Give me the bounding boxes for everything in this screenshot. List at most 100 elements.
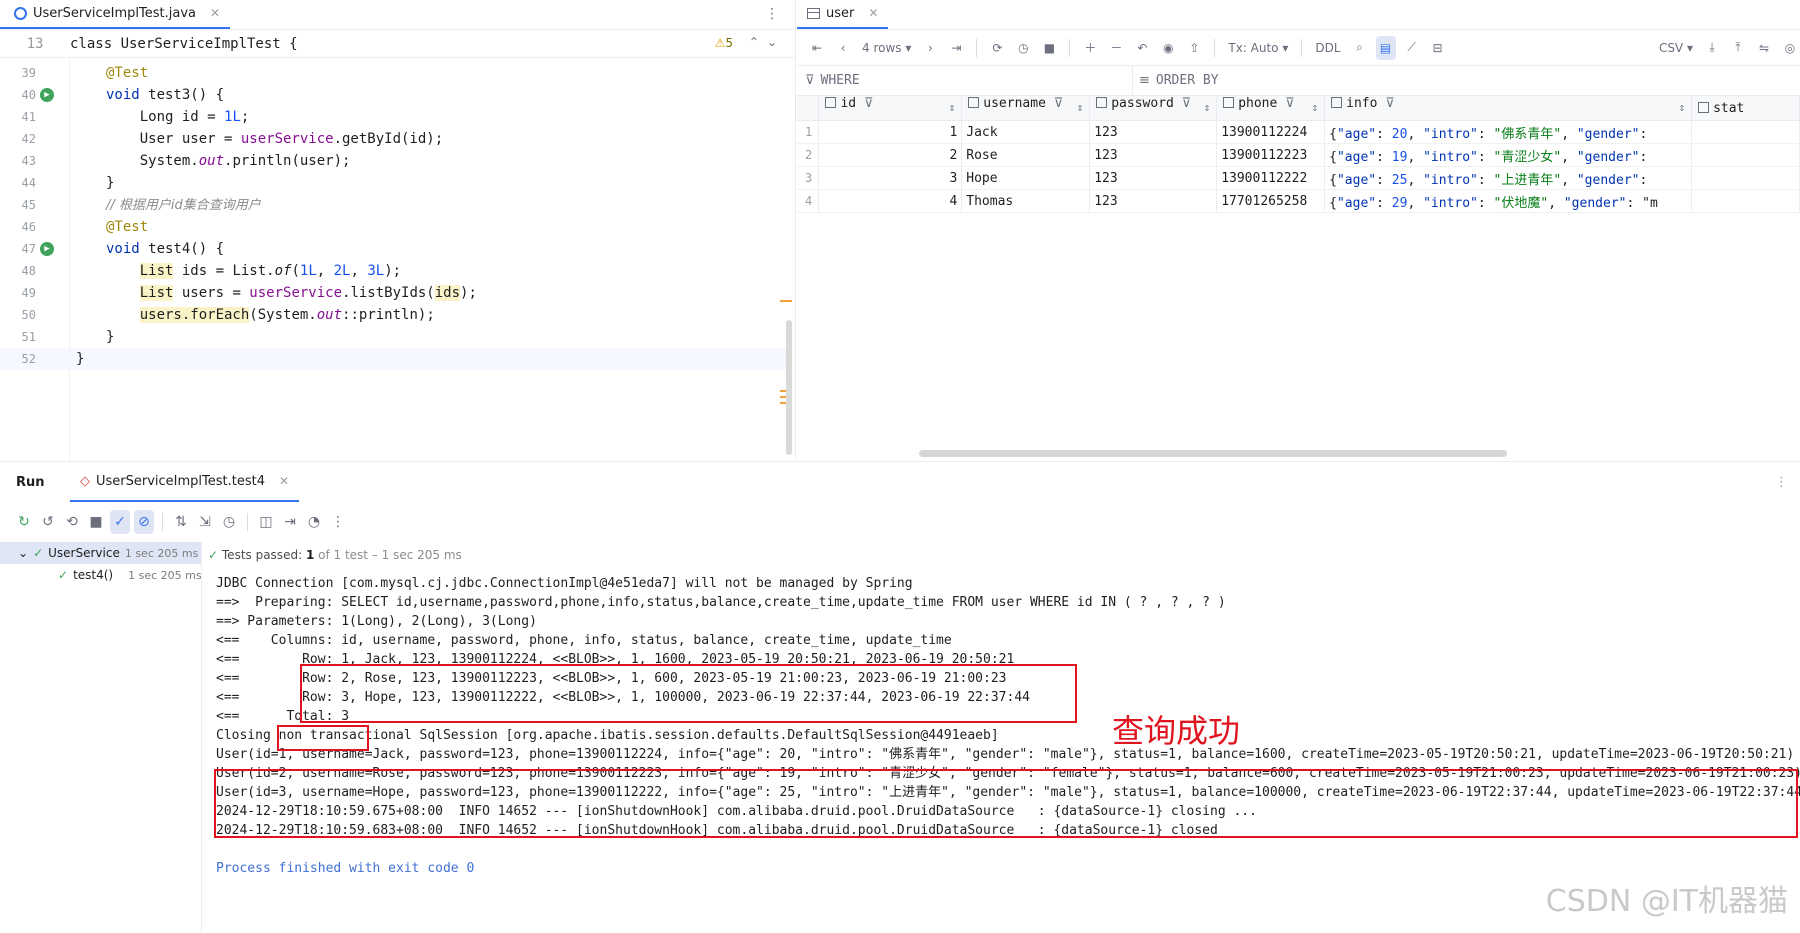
screenshot-icon[interactable]: ◫ bbox=[256, 510, 276, 534]
history-icon[interactable]: ◷ bbox=[219, 510, 239, 534]
rerun-failed-icon[interactable]: ↺ bbox=[38, 510, 58, 534]
transpose-icon[interactable]: ⊟ bbox=[1428, 36, 1448, 60]
test-case-row[interactable]: ✓ test4() 1 sec 205 ms bbox=[0, 564, 202, 586]
db-tab-user[interactable]: user ✕ bbox=[797, 0, 889, 29]
cell-stat[interactable] bbox=[1691, 166, 1800, 190]
close-icon[interactable]: ✕ bbox=[279, 474, 289, 488]
cell-phone[interactable]: 13900112223 bbox=[1216, 143, 1326, 167]
first-page-icon[interactable]: ⇤ bbox=[807, 36, 827, 60]
search-icon[interactable]: ⌕ bbox=[1350, 36, 1370, 60]
column-header-phone[interactable]: phone ⊽ ⇕ bbox=[1216, 96, 1326, 121]
sort-icon[interactable]: ⇕ bbox=[1077, 96, 1084, 120]
tx-mode-selector[interactable]: Tx: Auto ▾ bbox=[1225, 36, 1291, 60]
code-line[interactable]: 52} bbox=[0, 348, 790, 370]
view-mode-icon[interactable]: ▤ bbox=[1375, 35, 1396, 60]
show-ignored-icon[interactable]: ⊘ bbox=[134, 510, 154, 534]
where-filter[interactable]: ⊽ WHERE bbox=[797, 73, 1132, 88]
filter-icon[interactable]: ⊽ bbox=[856, 96, 874, 111]
code-line[interactable]: 51} bbox=[0, 326, 790, 348]
column-header-password[interactable]: password ⊽ ⇕ bbox=[1089, 96, 1218, 121]
orderby-filter[interactable]: ≡ ORDER BY bbox=[1132, 65, 1219, 96]
code-line[interactable]: 45 // 根据用户id集合查询用户 bbox=[0, 194, 790, 216]
code-line[interactable]: 49 List users = userService.listByIds(id… bbox=[0, 282, 790, 304]
delete-row-icon[interactable]: － bbox=[1106, 36, 1126, 60]
sort-icon[interactable]: ⇅ bbox=[171, 510, 191, 534]
stop-icon[interactable]: ■ bbox=[86, 510, 106, 534]
chevron-down-icon[interactable]: ⌄ bbox=[18, 546, 28, 560]
cell-password[interactable]: 123 bbox=[1089, 189, 1218, 213]
cell-phone[interactable]: 13900112222 bbox=[1216, 166, 1326, 190]
submit-icon[interactable]: ⇧ bbox=[1184, 36, 1204, 60]
table-row[interactable]: 4 4 Thomas 123 17701265258 {"age": 29, "intro… bbox=[797, 189, 1800, 213]
code-line[interactable]: 46 @Test bbox=[0, 216, 790, 238]
filter-icon[interactable]: ⊽ bbox=[1377, 96, 1395, 111]
grid-horizontal-scrollbar[interactable] bbox=[919, 450, 1507, 457]
more-options-icon[interactable]: ⋮ bbox=[1775, 475, 1800, 490]
code-line[interactable]: 41 Long id = 1L; bbox=[0, 106, 790, 128]
code-line[interactable]: 44} bbox=[0, 172, 790, 194]
cell-password[interactable]: 123 bbox=[1089, 143, 1218, 167]
chevron-down-icon[interactable]: ⌄ bbox=[767, 35, 785, 49]
filter-icon[interactable]: ⊽ bbox=[1046, 96, 1064, 111]
sticky-header[interactable]: 13 class UserServiceImplTest { ⚠5 ⌃⌄ bbox=[0, 30, 795, 58]
export-format-selector[interactable]: CSV ▾ bbox=[1656, 36, 1696, 60]
more-icon[interactable]: ⋮ bbox=[328, 510, 348, 534]
code-line[interactable]: 40 ▶ void test3() { bbox=[0, 84, 790, 106]
upload-icon[interactable]: ⤒ bbox=[1728, 36, 1748, 60]
table-row[interactable]: 1 1 Jack 123 13900112224 {"age": 20, "intro":… bbox=[797, 120, 1800, 144]
cell-stat[interactable] bbox=[1691, 143, 1800, 167]
code-line[interactable]: 50 users.forEach(System.out::println); bbox=[0, 304, 790, 326]
more-options-icon[interactable]: ⋮ bbox=[765, 6, 779, 22]
column-header-info[interactable]: info ⊽ ⇕ bbox=[1324, 96, 1693, 121]
editor-scrollbar[interactable] bbox=[786, 320, 792, 455]
revert-icon[interactable]: ↶ bbox=[1132, 36, 1152, 60]
show-passed-icon[interactable]: ✓ bbox=[110, 510, 130, 534]
coverage-icon[interactable]: ◔ bbox=[304, 510, 324, 534]
import-icon[interactable]: ⇲ bbox=[195, 510, 215, 534]
export-icon[interactable]: ⇥ bbox=[280, 510, 300, 534]
result-grid[interactable]: id ⊽ ⇕ username ⊽ ⇕ password ⊽ ⇕ phone ⊽ ⇕ info … bbox=[797, 96, 1800, 213]
cell-info[interactable]: {"age": 25, "intro": "上进青年", "gender": bbox=[1324, 166, 1693, 190]
warning-navigation[interactable]: ⌃⌄ bbox=[749, 35, 785, 49]
cell-username[interactable]: Rose bbox=[961, 143, 1091, 167]
eye-icon[interactable]: ◎ bbox=[1780, 36, 1800, 60]
compare-icon[interactable]: ⇋ bbox=[1754, 36, 1774, 60]
column-header-id[interactable]: id ⊽ ⇕ bbox=[818, 96, 963, 121]
code-line[interactable]: 48 List ids = List.of(1L, 2L, 3L); bbox=[0, 260, 790, 282]
prev-page-icon[interactable]: ‹ bbox=[833, 36, 853, 60]
run-test-icon[interactable]: ▶ bbox=[40, 88, 54, 102]
chevron-up-icon[interactable]: ⌃ bbox=[749, 35, 767, 49]
code-line[interactable]: 42 User user = userService.getById(id); bbox=[0, 128, 790, 150]
code-lines[interactable]: 39 @Test 40 ▶ void test3() {41 Long id = 1L;… bbox=[0, 62, 790, 370]
table-row[interactable]: 3 3 Hope 123 13900112222 {"age": 25, "intro":… bbox=[797, 166, 1800, 190]
sort-icon[interactable]: ⇕ bbox=[1312, 96, 1319, 120]
code-line[interactable]: 47 ▶ void test4() { bbox=[0, 238, 790, 260]
stop-icon[interactable]: ■ bbox=[1039, 36, 1059, 60]
cell-username[interactable]: Jack bbox=[961, 120, 1091, 144]
cell-id[interactable]: 3 bbox=[818, 166, 963, 190]
preview-icon[interactable]: ◉ bbox=[1158, 36, 1178, 60]
editor-tab[interactable]: UserServiceImplTest.java ✕ bbox=[0, 0, 231, 29]
column-header-stat[interactable]: stat bbox=[1691, 96, 1800, 121]
scroll-marker[interactable] bbox=[780, 300, 792, 302]
cell-id[interactable]: 4 bbox=[818, 189, 963, 213]
filter-icon[interactable]: ⊽ bbox=[1277, 96, 1295, 111]
test-suite-row[interactable]: ⌄ ✓ UserService 1 sec 205 ms bbox=[0, 542, 201, 564]
filter-icon[interactable]: ⊽ bbox=[1174, 96, 1192, 111]
code-line[interactable]: 39 @Test bbox=[0, 62, 790, 84]
rerun-icon[interactable]: ↻ bbox=[14, 510, 34, 534]
toggle-auto-test-icon[interactable]: ⟲ bbox=[62, 510, 82, 534]
sort-icon[interactable]: ⇕ bbox=[1678, 96, 1685, 120]
history-icon[interactable]: ◷ bbox=[1013, 36, 1033, 60]
cell-phone[interactable]: 17701265258 bbox=[1216, 189, 1326, 213]
last-page-icon[interactable]: ⇥ bbox=[946, 36, 966, 60]
cell-username[interactable]: Hope bbox=[961, 166, 1091, 190]
cell-password[interactable]: 123 bbox=[1089, 166, 1218, 190]
sort-icon[interactable]: ⇕ bbox=[949, 96, 956, 120]
run-test-icon[interactable]: ▶ bbox=[40, 242, 54, 256]
cell-stat[interactable] bbox=[1691, 120, 1800, 144]
code-line[interactable]: 43 System.out.println(user); bbox=[0, 150, 790, 172]
ddl-button[interactable]: DDL bbox=[1312, 36, 1343, 60]
column-header-username[interactable]: username ⊽ ⇕ bbox=[961, 96, 1091, 121]
close-icon[interactable]: ✕ bbox=[210, 6, 220, 20]
